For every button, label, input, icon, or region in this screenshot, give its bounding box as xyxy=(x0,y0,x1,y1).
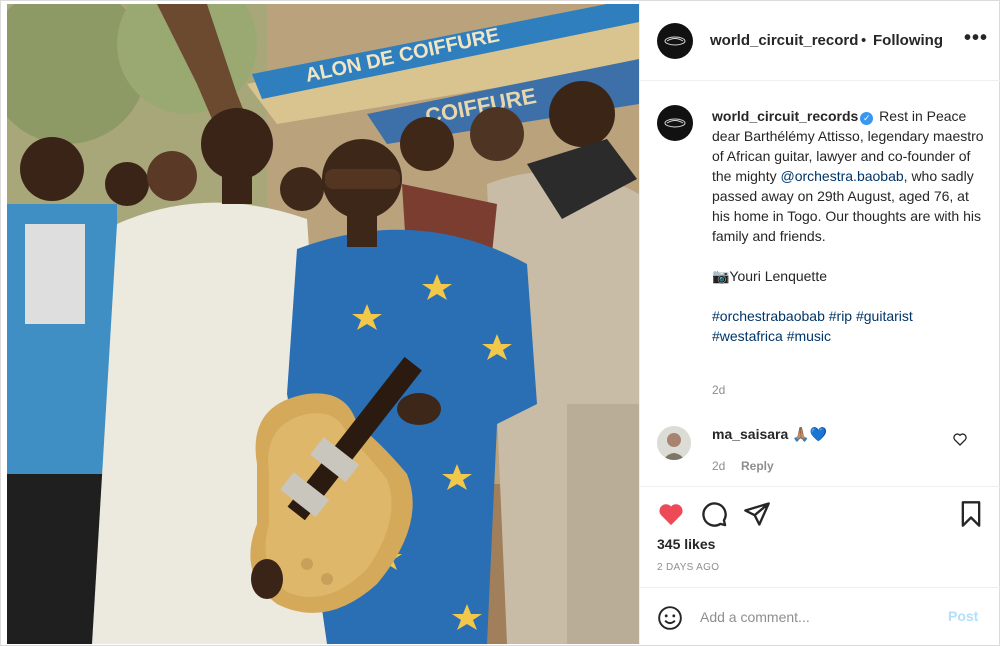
comment-like-heart-icon[interactable] xyxy=(952,431,968,447)
post-header: world_circuit_records • Following ••• xyxy=(640,1,1000,81)
following-button[interactable]: Following xyxy=(873,32,943,49)
header-separator: • xyxy=(861,32,867,49)
comment-body: 🙏🏽💙 xyxy=(792,426,828,442)
commenter-avatar[interactable] xyxy=(657,426,691,460)
comment-input[interactable] xyxy=(700,606,930,628)
action-bar: 345 likes 2 DAYS AGO xyxy=(640,486,1000,586)
reply-button[interactable]: Reply xyxy=(741,459,774,473)
mention-link[interactable]: @orchestra.baobab xyxy=(780,168,903,184)
caption-avatar[interactable] xyxy=(657,105,693,141)
post-date[interactable]: 2 DAYS AGO xyxy=(657,562,719,573)
add-comment-bar: Post xyxy=(640,587,1000,646)
header-username[interactable]: world_circuit_records xyxy=(710,32,858,49)
post-comment-button[interactable]: Post xyxy=(948,608,978,624)
comments-section: world_circuit_records ✓ Rest in Peace dea… xyxy=(640,81,1000,486)
photo-credit: 📷Youri Lenquette xyxy=(712,268,828,284)
profile-avatar[interactable] xyxy=(657,23,693,59)
hashtags[interactable]: #orchestrabaobab #rip #guitarist #westaf… xyxy=(712,306,987,346)
bookmark-icon[interactable] xyxy=(957,500,985,528)
photo-illustration: ALON DE COIFFURE COIFFURE xyxy=(7,4,639,644)
comment-timestamp[interactable]: 2d xyxy=(712,459,725,473)
world-circuit-logo-icon xyxy=(664,118,686,128)
post-photo[interactable]: ALON DE COIFFURE COIFFURE xyxy=(7,4,639,644)
caption-timestamp[interactable]: 2d xyxy=(712,383,725,397)
likes-count[interactable]: 345 likes xyxy=(657,536,715,552)
caption-username[interactable]: world_circuit_records xyxy=(712,108,858,124)
comment-icon[interactable] xyxy=(700,500,728,528)
paper-plane-icon[interactable] xyxy=(743,500,771,528)
instagram-post-modal: ALON DE COIFFURE COIFFURE world_circuit_… xyxy=(0,0,1000,646)
smiley-icon[interactable] xyxy=(657,605,683,631)
world-circuit-logo-icon xyxy=(664,36,686,46)
more-options-icon[interactable]: ••• xyxy=(964,27,988,50)
caption-text: world_circuit_records ✓ Rest in Peace dea… xyxy=(712,106,987,346)
heart-icon[interactable] xyxy=(657,500,685,528)
commenter-photo-icon xyxy=(657,426,691,460)
comment-text: ma_saisara 🙏🏽💙 xyxy=(712,424,827,444)
post-side-panel: world_circuit_records • Following ••• wo… xyxy=(639,1,1000,646)
commenter-username[interactable]: ma_saisara xyxy=(712,426,788,442)
verified-badge-icon: ✓ xyxy=(860,112,874,125)
